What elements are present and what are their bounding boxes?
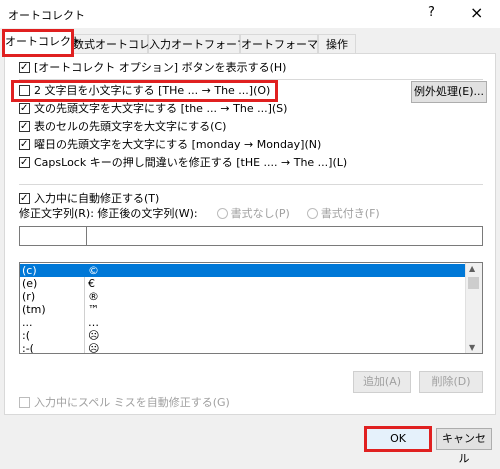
list-item[interactable]: (c) © bbox=[20, 264, 466, 277]
capitalize-first-letter-label: 文の先頭文字を大文字にする [the ... → The ...](S) bbox=[34, 102, 288, 115]
two-initial-caps-checkbox[interactable] bbox=[19, 85, 30, 96]
two-initial-caps-option[interactable]: 2 文字目を小文字にする [THe ... → The ...](O) bbox=[10, 80, 279, 102]
list-scrollbar[interactable]: ▲ ▼ bbox=[465, 263, 482, 353]
replace-with-row: 修正文字列(R): 修正後の文字列(W): 書式なし(P) 書式付き(F) bbox=[19, 206, 380, 222]
capitalize-table-cells-label: 表のセルの先頭文字を大文字にする(C) bbox=[34, 120, 227, 133]
replace-as-you-type-label: 入力中に自動修正する(T) bbox=[34, 192, 160, 205]
list-item[interactable]: (r) ® bbox=[20, 290, 466, 303]
replace-input[interactable] bbox=[19, 226, 87, 246]
formatted-text-label: 書式付き(F) bbox=[320, 207, 380, 220]
two-initial-caps-label: 2 文字目を小文字にする [THe ... → The ...](O) bbox=[34, 84, 271, 97]
divider bbox=[19, 79, 483, 80]
divider bbox=[19, 184, 483, 185]
spell-correct-checkbox[interactable] bbox=[19, 397, 30, 408]
caps-lock-option[interactable]: CapsLock キーの押し間違いを修正する [tHE .... → The .… bbox=[19, 155, 347, 171]
with-input[interactable] bbox=[86, 226, 483, 246]
capitalize-day-names-option[interactable]: 曜日の先頭文字を大文字にする [monday → Monday](N) bbox=[19, 137, 321, 153]
capitalize-day-names-label: 曜日の先頭文字を大文字にする [monday → Monday](N) bbox=[34, 138, 322, 151]
plain-text-radio[interactable] bbox=[216, 208, 228, 219]
replace-as-you-type-checkbox[interactable] bbox=[19, 193, 30, 204]
replace-as-you-type-option[interactable]: 入力中に自動修正する(T) bbox=[19, 191, 159, 207]
autocorrect-entries-list[interactable]: (c) © (e) € (r) ® (tm) ™ ...… :(☹ :-(☹ ▲ ▼ bbox=[19, 262, 483, 354]
show-buttons-checkbox[interactable] bbox=[19, 62, 30, 73]
list-item[interactable]: :-(☹ bbox=[20, 342, 466, 353]
ok-button[interactable]: OK bbox=[364, 426, 432, 452]
list-item[interactable]: (tm) ™ bbox=[20, 303, 466, 316]
show-buttons-label: [オートコレクト オプション] ボタンを表示する(H) bbox=[34, 61, 287, 74]
capitalize-first-letter-option[interactable]: 文の先頭文字を大文字にする [the ... → The ...](S) bbox=[19, 101, 287, 117]
tab-panel: [オートコレクト オプション] ボタンを表示する(H) 2 文字目を小文字にする… bbox=[4, 53, 496, 415]
close-icon[interactable]: × bbox=[470, 3, 483, 22]
capitalize-table-cells-checkbox[interactable] bbox=[19, 121, 30, 132]
formatted-text-radio[interactable] bbox=[306, 208, 318, 219]
spell-correct-option[interactable]: 入力中にスペル ミスを自動修正する(G) bbox=[19, 395, 230, 411]
spell-correct-label: 入力中にスペル ミスを自動修正する(G) bbox=[34, 396, 230, 409]
scroll-thumb[interactable] bbox=[468, 277, 479, 289]
tab-autocorrect[interactable]: オートコレクト bbox=[2, 29, 82, 57]
scroll-down-icon[interactable]: ▼ bbox=[469, 343, 475, 352]
replace-with-label: 修正文字列(R): 修正後の文字列(W): bbox=[19, 207, 198, 220]
list-item[interactable]: :(☹ bbox=[20, 329, 466, 342]
tab-actions[interactable]: 操作 bbox=[318, 34, 356, 54]
tab-math-autocorrect[interactable]: 数式オートコレクト bbox=[72, 34, 172, 54]
tab-autoformat[interactable]: オートフォーマット bbox=[240, 34, 340, 54]
add-button[interactable]: 追加(A) bbox=[353, 371, 411, 393]
tab-autoformat-as-you-type[interactable]: 入力オートフォーマット bbox=[148, 34, 270, 54]
capitalize-table-cells-option[interactable]: 表のセルの先頭文字を大文字にする(C) bbox=[19, 119, 226, 135]
exceptions-button[interactable]: 例外処理(E)... bbox=[411, 81, 487, 103]
caps-lock-checkbox[interactable] bbox=[19, 157, 30, 168]
delete-button[interactable]: 削除(D) bbox=[419, 371, 483, 393]
list-item[interactable]: (e) € bbox=[20, 277, 466, 290]
scroll-up-icon[interactable]: ▲ bbox=[469, 264, 475, 273]
show-buttons-option[interactable]: [オートコレクト オプション] ボタンを表示する(H) bbox=[19, 60, 286, 76]
title-bar: オートコレクト ? × bbox=[0, 0, 500, 28]
plain-text-label: 書式なし(P) bbox=[230, 207, 290, 220]
cancel-button[interactable]: キャンセル bbox=[436, 428, 492, 465]
help-icon[interactable]: ? bbox=[428, 5, 435, 20]
window-title: オートコレクト bbox=[8, 9, 85, 22]
capitalize-day-names-checkbox[interactable] bbox=[19, 139, 30, 150]
tab-strip: オートコレクト 数式オートコレクト 入力オートフォーマット オートフォーマット … bbox=[0, 29, 500, 57]
caps-lock-label: CapsLock キーの押し間違いを修正する [tHE .... → The .… bbox=[34, 156, 348, 169]
list-item[interactable]: ...… bbox=[20, 316, 466, 329]
capitalize-first-letter-checkbox[interactable] bbox=[19, 103, 30, 114]
